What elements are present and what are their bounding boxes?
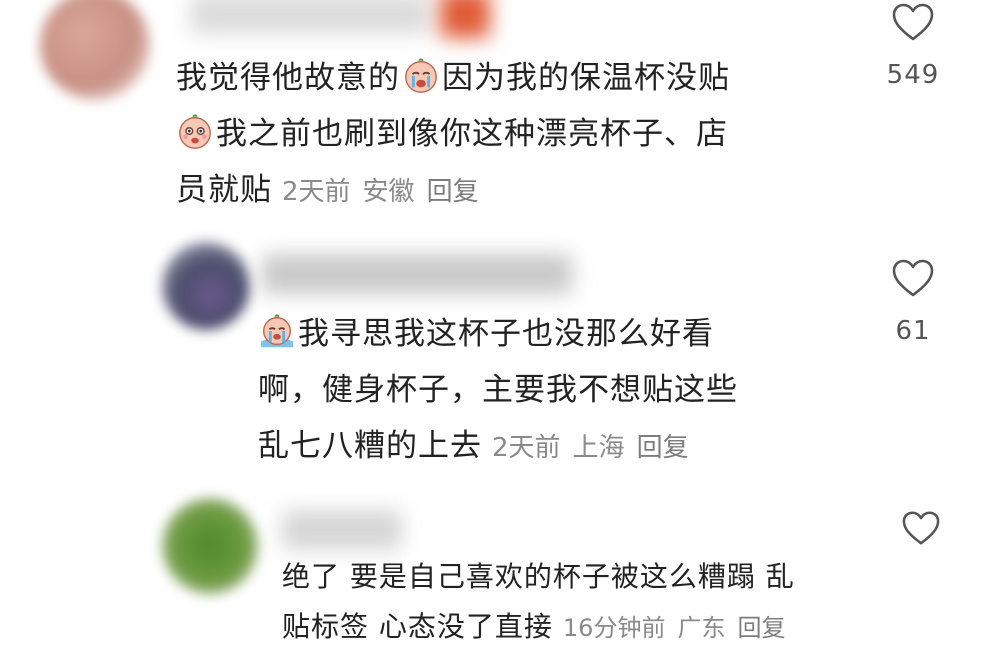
comment-text-segment: 乱七八糟的上去 <box>258 428 482 464</box>
like-button[interactable]: 549 <box>873 2 953 90</box>
comment-item[interactable]: 我觉得他故意的 因为我的保温杯没贴 我之前也刷到像你这种漂亮杯子、店 员就贴 2… <box>0 0 1000 230</box>
comment-text-segment: 我寻思我这杯子也没那么好看 <box>298 316 714 352</box>
username-blurred[interactable] <box>282 510 402 550</box>
comment-text: 我觉得他故意的 因为我的保温杯没贴 我之前也刷到像你这种漂亮杯子、店 员就贴 2… <box>176 50 730 220</box>
like-button[interactable]: 61 <box>873 258 953 346</box>
crying-face-emoji <box>405 58 437 93</box>
username-blurred[interactable] <box>190 0 430 34</box>
comment-location: 上海 <box>572 433 625 463</box>
comment-location: 广东 <box>677 614 726 642</box>
comment-text: 绝了 要是自己喜欢的杯子被这么糟蹋 乱 贴标签 心态没了直接 16分钟前 广东 回复 <box>282 552 797 653</box>
comment-time: 2天前 <box>282 177 351 207</box>
comment-item[interactable]: 绝了 要是自己喜欢的杯子被这么糟蹋 乱 贴标签 心态没了直接 16分钟前 广东 回复 <box>0 490 1000 655</box>
comment-text-segment: 我觉得他故意的 <box>176 60 400 96</box>
reply-button[interactable]: 回复 <box>737 614 785 642</box>
comment-meta: 16分钟前 广东 回复 <box>563 614 798 642</box>
comment-text-segment: 员就贴 <box>176 172 272 208</box>
shocked-face-emoji <box>179 114 211 149</box>
like-button[interactable] <box>886 510 956 546</box>
crying-rain-face-emoji <box>260 314 294 348</box>
comment-text: 我寻思我这杯子也没那么好看 啊，健身杯子，主要我不想贴这些 乱七八糟的上去 2天前… <box>258 306 738 476</box>
avatar[interactable] <box>40 0 150 100</box>
comment-text-segment: 绝了 要是自己喜欢的杯子被这么糟蹋 乱 <box>282 560 795 593</box>
like-count: 61 <box>895 316 931 346</box>
comment-item[interactable]: 我寻思我这杯子也没那么好看 啊，健身杯子，主要我不想贴这些 乱七八糟的上去 2天前… <box>0 230 1000 490</box>
comment-meta: 2天前 安徽 回复 <box>282 177 491 207</box>
reply-button[interactable]: 回复 <box>427 177 479 207</box>
comment-text-segment: 因为我的保温杯没贴 <box>442 60 730 96</box>
comment-text-segment: 啊，健身杯子，主要我不想贴这些 <box>258 372 738 408</box>
comment-text-segment: 贴标签 心态没了直接 <box>282 610 553 643</box>
username-blurred-accent <box>440 0 490 38</box>
comment-time: 2天前 <box>492 433 561 463</box>
comment-location: 安徽 <box>362 177 415 207</box>
heart-icon[interactable] <box>901 510 941 546</box>
like-count: 549 <box>886 60 940 90</box>
comment-meta: 2天前 上海 回复 <box>492 433 701 463</box>
heart-icon[interactable] <box>891 2 935 42</box>
username-blurred[interactable] <box>262 254 572 294</box>
heart-icon[interactable] <box>891 258 935 298</box>
reply-button[interactable]: 回复 <box>637 433 689 463</box>
avatar[interactable] <box>162 498 258 594</box>
avatar[interactable] <box>162 242 250 330</box>
comment-time: 16分钟前 <box>562 614 666 642</box>
comment-text-segment: 我之前也刷到像你这种漂亮杯子、店 <box>216 116 728 152</box>
